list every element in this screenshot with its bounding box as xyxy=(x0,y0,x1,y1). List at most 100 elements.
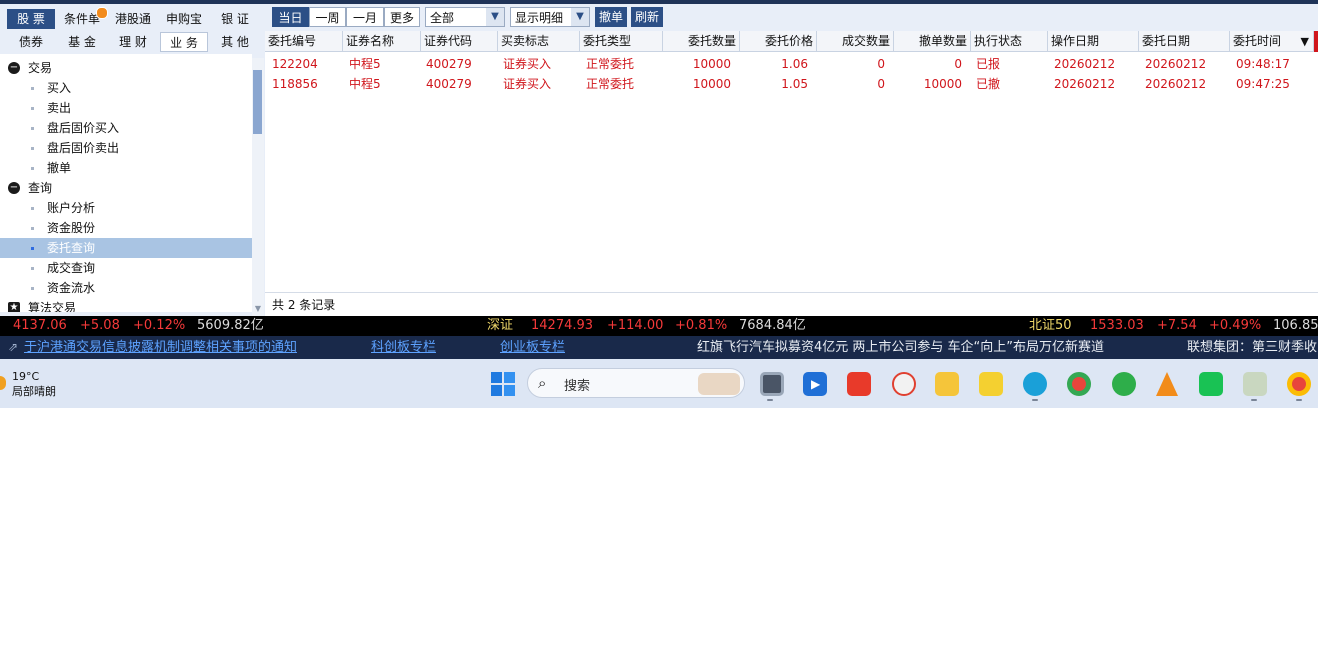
tab-business[interactable]: 业 务 xyxy=(160,32,208,52)
media-player-icon[interactable]: ▶ xyxy=(803,372,827,396)
ticker-name[interactable]: 深证 xyxy=(487,316,513,336)
news-headline[interactable]: 联想集团：第三财季收 xyxy=(1187,336,1317,359)
tree-group-algo-trading[interactable]: ★ 算法交易 xyxy=(0,298,252,312)
col-header-order-date[interactable]: 委托日期 xyxy=(1139,31,1230,52)
tree-item-sell[interactable]: 卖出 xyxy=(0,98,252,118)
tree-item-buy[interactable]: 买入 xyxy=(0,78,252,98)
cell-status: 已撤 xyxy=(976,77,1001,91)
ticker-change: +7.54 xyxy=(1157,318,1197,333)
tree-item-order-query[interactable]: 委托查询 xyxy=(0,238,252,258)
chevron-down-icon[interactable]: ▼ xyxy=(571,8,589,26)
ticker-change: +114.00 xyxy=(607,318,664,333)
tree-item-account-analysis[interactable]: 账户分析 xyxy=(0,198,252,218)
ticker-name[interactable]: 北证50 xyxy=(1029,316,1072,336)
tab-bonds[interactable]: 债券 xyxy=(7,32,55,52)
red-app-icon[interactable] xyxy=(847,372,871,396)
col-header-security-code[interactable]: 证券代码 xyxy=(421,31,498,52)
tab-stocks[interactable]: 股 票 xyxy=(7,9,55,29)
tree-item-cash-flow[interactable]: 资金流水 xyxy=(0,278,252,298)
tab-wealth[interactable]: 理 财 xyxy=(110,32,156,52)
notification-dot xyxy=(96,7,108,19)
col-header-op-date[interactable]: 操作日期 xyxy=(1048,31,1139,52)
tree-item-label: 卖出 xyxy=(47,101,72,115)
windows-start-icon[interactable] xyxy=(491,372,515,396)
ie-browser-icon[interactable] xyxy=(1112,372,1136,396)
tab-funds[interactable]: 基 金 xyxy=(59,32,105,52)
chrome-icon[interactable] xyxy=(1067,372,1091,396)
tab-bank-securities[interactable]: 银 证 xyxy=(212,9,258,29)
col-header-order-type[interactable]: 委托类型 xyxy=(580,31,663,52)
query-toolbar: 当日 一周 一月 更多 全部 ▼ 显示明细 ▼ 撤单 刷新 xyxy=(265,4,1318,31)
weather-widget[interactable]: 19°C 局部晴朗 xyxy=(12,369,56,399)
tab-other[interactable]: 其 他 xyxy=(212,32,258,52)
cell-order-type: 正常委托 xyxy=(586,57,635,71)
scroll-down-arrow-icon[interactable]: ▼ xyxy=(253,304,263,314)
ticker-pct: +0.12% xyxy=(133,318,186,333)
col-header-order-qty[interactable]: 委托数量 xyxy=(663,31,740,52)
cell-filled-qty: 0 xyxy=(877,77,885,91)
tree-item-label: 撤单 xyxy=(47,161,72,175)
collapse-icon[interactable]: − xyxy=(8,62,20,74)
cell-order-qty: 10000 xyxy=(692,57,731,71)
taskbar-search[interactable]: ⌕ 搜索 xyxy=(527,368,745,398)
bullet-icon xyxy=(31,247,34,250)
col-header-status[interactable]: 执行状态 xyxy=(971,31,1048,52)
tree-group-trade[interactable]: − 交易 xyxy=(0,58,252,78)
player-icon[interactable] xyxy=(979,372,1003,396)
news-link-chinext[interactable]: 创业板专栏 xyxy=(500,336,565,359)
tab-ipo-subscribe[interactable]: 申购宝 xyxy=(161,9,207,29)
col-header-security-name[interactable]: 证券名称 xyxy=(343,31,421,52)
cancel-order-button[interactable]: 撤单 xyxy=(595,7,627,27)
tree-group-query[interactable]: − 查询 xyxy=(0,178,252,198)
tree-item-trade-query[interactable]: 成交查询 xyxy=(0,258,252,278)
period-week-button[interactable]: 一周 xyxy=(309,7,346,27)
cell-order-time: 09:48:17 xyxy=(1236,57,1290,71)
tree-item-label: 买入 xyxy=(47,81,72,95)
wechat-icon[interactable] xyxy=(1199,372,1223,396)
ticker-pct: +0.49% xyxy=(1209,318,1262,333)
tree-scrollbar-thumb[interactable] xyxy=(253,70,262,134)
tree-item-cancel-order[interactable]: 撤单 xyxy=(0,158,252,178)
display-mode-select[interactable]: 显示明细 ▼ xyxy=(510,7,590,27)
cell-cancel-qty: 10000 xyxy=(923,77,962,91)
col-header-filled-qty[interactable]: 成交数量 xyxy=(817,31,894,52)
col-header-order-time[interactable]: 委托时间 ▼ xyxy=(1230,31,1314,52)
chrome-icon[interactable] xyxy=(1287,372,1311,396)
bullet-icon xyxy=(31,207,34,210)
chevron-down-icon[interactable]: ▼ xyxy=(486,8,504,26)
tree-item-label: 账户分析 xyxy=(47,201,96,215)
ticker-value: 14274.93 xyxy=(531,318,594,333)
col-header-order-price[interactable]: 委托价格 xyxy=(740,31,817,52)
tab-hk-connect[interactable]: 港股通 xyxy=(110,9,156,29)
col-header-order-no[interactable]: 委托编号 xyxy=(265,31,343,52)
ccleaner-icon[interactable] xyxy=(892,372,916,396)
news-link-star-market[interactable]: 科创板专栏 xyxy=(371,336,436,359)
app-avatar-icon[interactable] xyxy=(1243,372,1267,396)
news-link-notice[interactable]: 于沪港通交易信息披露机制调整相关事项的通知 xyxy=(24,336,297,359)
col-header-cancel-qty[interactable]: 撤单数量 xyxy=(894,31,971,52)
tree-item-after-hours-buy[interactable]: 盘后固价买入 xyxy=(0,118,252,138)
cell-security-code: 400279 xyxy=(426,57,472,71)
news-headline[interactable]: 红旗飞行汽车拟募资4亿元 两上市公司参与 车企“向上”布局万亿新赛道 xyxy=(697,336,1104,359)
file-explorer-icon[interactable] xyxy=(935,372,959,396)
edge-browser-icon[interactable] xyxy=(1023,372,1047,396)
tree-item-after-hours-sell[interactable]: 盘后固价卖出 xyxy=(0,138,252,158)
tree-item-funds-holdings[interactable]: 资金股份 xyxy=(0,218,252,238)
calculator-icon[interactable] xyxy=(760,372,784,396)
refresh-button[interactable]: 刷新 xyxy=(631,7,663,27)
period-more-button[interactable]: 更多 xyxy=(384,7,420,27)
collapse-icon[interactable]: − xyxy=(8,182,20,194)
col-header-side[interactable]: 买卖标志 xyxy=(498,31,580,52)
tree-item-label: 盘后固价卖出 xyxy=(47,141,120,155)
vlc-icon[interactable] xyxy=(1156,372,1178,396)
period-month-button[interactable]: 一月 xyxy=(346,7,384,27)
ticker-value: 1533.03 xyxy=(1090,318,1144,333)
cell-security-name: 中程5 xyxy=(349,57,381,71)
period-today-button[interactable]: 当日 xyxy=(272,7,309,27)
filter-select[interactable]: 全部 ▼ xyxy=(425,7,505,27)
tree-group-label: 交易 xyxy=(28,61,53,75)
tree-item-label: 资金股份 xyxy=(47,221,96,235)
sort-desc-icon[interactable]: ▼ xyxy=(1301,31,1309,51)
tree-item-label: 盘后固价买入 xyxy=(47,121,120,135)
col-header-label: 委托时间 xyxy=(1233,34,1282,48)
